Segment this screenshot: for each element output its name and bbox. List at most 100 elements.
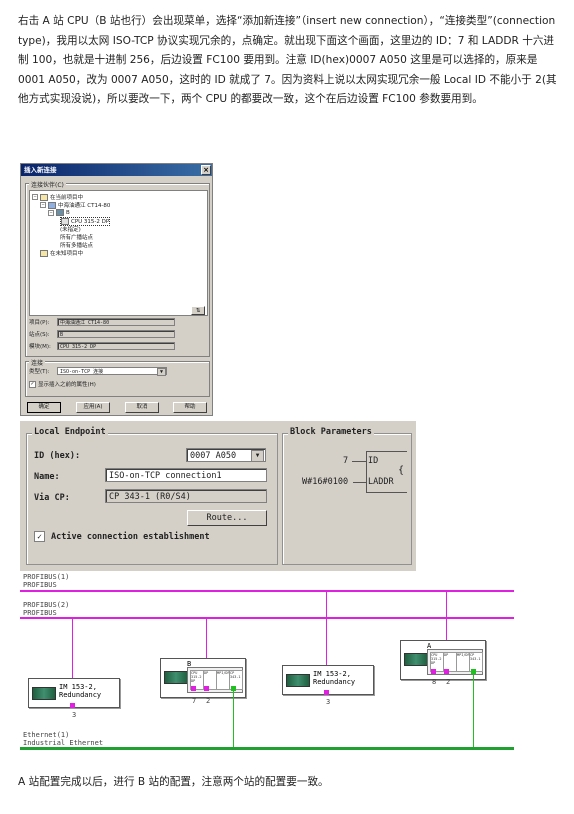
show-props-checkbox[interactable]: ✓ xyxy=(29,380,36,388)
collapse-icon[interactable]: − xyxy=(48,209,54,216)
id-pin-line xyxy=(352,461,366,462)
profibus1-label: PROFIBUS(1) PROFIBUS xyxy=(23,573,69,589)
tree-item-label: (未指定) xyxy=(60,227,81,233)
tree-item-multicast[interactable]: 所有多播站点 xyxy=(60,241,93,249)
im1-address: 3 xyxy=(72,711,77,719)
id-pin-label: ID xyxy=(368,456,379,466)
im-module-icon xyxy=(286,674,310,687)
module-label: 模块(M): xyxy=(29,344,51,350)
station-b-eth-drop xyxy=(233,691,234,747)
endpoint-panel: Local Endpoint ID (hex): 0007 A050 ▼ Nam… xyxy=(20,421,416,571)
help-button[interactable]: 帮助 xyxy=(173,402,207,413)
route-button[interactable]: Route... xyxy=(187,510,267,526)
connection-type-select[interactable]: ISO-on-TCP 连接 ▼ xyxy=(57,367,167,376)
show-props-label: 显示插入之前的属性(H) xyxy=(38,382,96,388)
folder-icon xyxy=(40,193,48,201)
station-label: 站点(S): xyxy=(29,332,50,338)
tree-item-unknown-project[interactable]: 在未知项目中 xyxy=(40,249,83,257)
dialog-title: 插入新连接 xyxy=(24,166,57,174)
im2-label: IM 153-2, Redundancy xyxy=(313,670,355,686)
station-row: 站点(S): B xyxy=(29,330,175,338)
partner-tree[interactable]: − 在当前项目中 − 中海油通江 CT14-80 − B CPU 315-2 DP (… xyxy=(29,190,208,316)
laddr-pin-line xyxy=(353,482,366,483)
project-row: 项目(P): 中海油通江 CT14-80 xyxy=(29,318,175,326)
dialog-titlebar: 插入新连接 × xyxy=(21,164,212,176)
module-field: CPU 315-2 DP xyxy=(57,342,175,350)
station-b-addr-2: 2 xyxy=(206,697,211,705)
tree-item-label: B xyxy=(66,209,70,216)
partner-group-label: 连接伙伴(C) xyxy=(29,180,66,189)
tree-item-unspecified[interactable]: (未指定) xyxy=(60,225,81,233)
apply-button[interactable]: 应用(A) xyxy=(76,402,110,413)
im2-line2: Redundancy xyxy=(313,678,356,686)
station-b-drop-line xyxy=(206,618,207,658)
network-view: PROFIBUS(1) PROFIBUS PROFIBUS(2) PROFIBUS … xyxy=(20,573,514,753)
module-row: 模块(M): CPU 315-2 DP xyxy=(29,342,175,350)
folder-icon xyxy=(40,249,48,257)
profibus2-name: PROFIBUS(2) xyxy=(23,601,70,609)
station-field: B xyxy=(57,330,175,338)
station-a-eth-drop xyxy=(473,674,474,747)
active-connection-label: Active connection establishment xyxy=(51,531,210,542)
via-cp-field: CP 343-1 (R0/S4) xyxy=(105,489,267,503)
id-hex-value: 0007 A050 xyxy=(190,451,237,461)
profibus-port[interactable] xyxy=(324,690,329,695)
show-props-row[interactable]: ✓ 显示插入之前的属性(H) xyxy=(29,380,96,388)
profibus2-line[interactable] xyxy=(20,617,514,619)
active-connection-row[interactable]: ✓ Active connection establishment xyxy=(34,531,210,542)
ethernet-type: Industrial Ethernet xyxy=(23,739,104,747)
tree-item-label: 在当前项目中 xyxy=(50,195,84,201)
station-a-addr-2: 2 xyxy=(446,678,451,686)
station-a-drop-line xyxy=(446,591,447,641)
id-hex-select[interactable]: 0007 A050 ▼ xyxy=(186,448,266,462)
tree-item-label: 中海油通江 CT14-80 xyxy=(58,203,111,209)
profibus2-label: PROFIBUS(2) PROFIBUS xyxy=(23,601,69,617)
tree-item-project[interactable]: − 中海油通江 CT14-80 xyxy=(40,201,110,209)
tree-item-station-b[interactable]: − B xyxy=(48,209,70,216)
block-params-title: Block Parameters xyxy=(288,427,374,437)
project-field: 中海油通江 CT14-80 xyxy=(57,318,175,326)
profibus-port[interactable] xyxy=(191,686,196,691)
tree-item-label: CPU 315-2 DP xyxy=(71,218,110,225)
type-row: 类型(T): ISO-on-TCP 连接 ▼ xyxy=(29,367,167,376)
close-icon[interactable]: × xyxy=(201,165,211,175)
project-label: 项目(P): xyxy=(29,320,50,326)
station-b-addr-1: 7 xyxy=(192,697,197,705)
id-param-value: 7 xyxy=(343,456,349,466)
profibus-port[interactable] xyxy=(204,686,209,691)
profibus-port[interactable] xyxy=(70,703,75,708)
active-connection-checkbox[interactable]: ✓ xyxy=(34,531,45,542)
im1-label: IM 153-2, Redundancy xyxy=(59,683,101,699)
name-input[interactable]: ISO-on-TCP connection1 xyxy=(105,468,267,482)
chevron-down-icon[interactable]: ▼ xyxy=(251,450,264,462)
cancel-button[interactable]: 取消 xyxy=(125,402,159,413)
profibus2-type: PROFIBUS xyxy=(23,609,57,617)
station-icon xyxy=(56,209,64,216)
chevron-down-icon[interactable]: ▼ xyxy=(157,368,166,376)
block-bracket: { xyxy=(398,465,405,476)
tree-item-broadcast[interactable]: 所有广播站点 xyxy=(60,233,93,241)
ethernet-line[interactable] xyxy=(20,747,514,750)
im1-line2: Redundancy xyxy=(59,691,102,699)
insert-connection-dialog: 插入新连接 × 连接伙伴(C) − 在当前项目中 − 中海油通江 CT14-80 −… xyxy=(20,163,213,416)
sort-icon[interactable]: ⇅ xyxy=(191,306,205,315)
station-a-addr-1: 8 xyxy=(432,678,437,686)
plc-icon xyxy=(404,653,428,666)
profibus1-line[interactable] xyxy=(20,590,514,592)
connection-group-label: 连接 xyxy=(29,358,46,367)
profibus-port[interactable] xyxy=(444,669,449,674)
im-module-icon xyxy=(32,687,56,700)
collapse-icon[interactable]: − xyxy=(32,194,38,200)
collapse-icon[interactable]: − xyxy=(40,202,46,208)
ok-button[interactable]: 确定 xyxy=(27,402,61,413)
laddr-param-value: W#16#0100 xyxy=(302,477,349,487)
tree-item-current-project[interactable]: − 在当前项目中 xyxy=(32,193,83,201)
project-icon xyxy=(48,201,56,209)
id-label: ID (hex): xyxy=(34,451,81,461)
cpu-icon xyxy=(61,218,69,225)
im1-line1: IM 153-2, xyxy=(59,683,97,691)
im2-line1: IM 153-2, xyxy=(313,670,351,678)
connection-type-value: ISO-on-TCP 连接 xyxy=(60,369,104,375)
profibus-port[interactable] xyxy=(431,669,436,674)
laddr-pin-label: LADDR xyxy=(368,477,394,487)
